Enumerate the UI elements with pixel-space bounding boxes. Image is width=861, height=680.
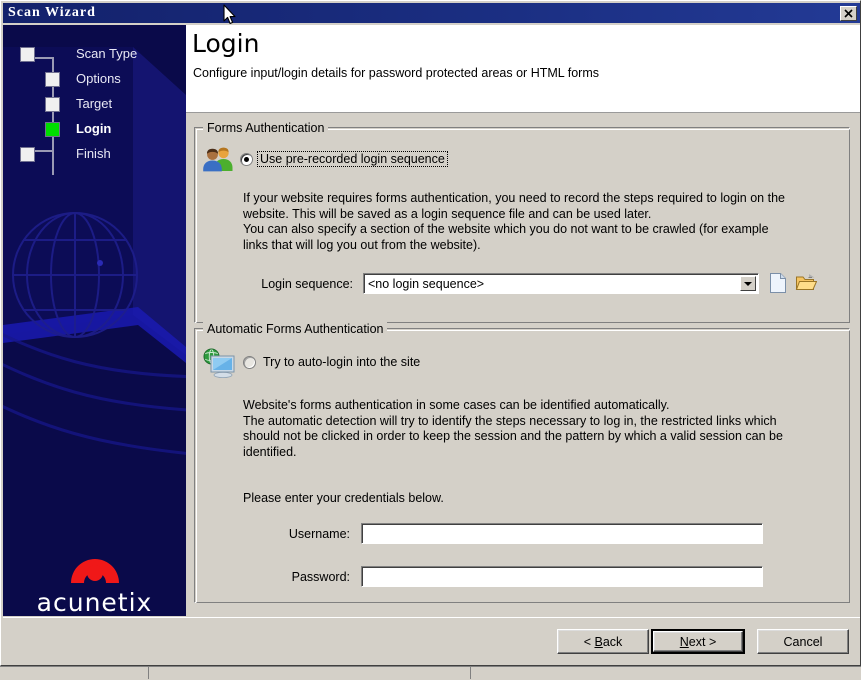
description-line: should not be clicked in order to keep t… — [243, 429, 783, 443]
page-title: Login — [192, 29, 260, 58]
password-input[interactable] — [361, 566, 763, 587]
login-sequence-dropdown-arrow[interactable] — [740, 276, 756, 291]
try-auto-login-radio[interactable] — [243, 355, 256, 369]
description-line: links that will log you out from the web… — [243, 237, 481, 252]
login-sequence-value: <no login sequence> — [368, 276, 485, 291]
open-folder-icon — [795, 274, 818, 290]
cancel-button[interactable]: Cancel — [757, 629, 849, 654]
sidebar-step-scan-type[interactable]: Scan Type — [20, 43, 137, 65]
description-line: The automatic detection will try to iden… — [243, 413, 777, 428]
back-button[interactable]: < Back — [557, 629, 649, 654]
step-marker-active — [45, 121, 60, 137]
use-pre-recorded-login-sequence-option[interactable]: Use pre-recorded login sequence — [240, 151, 448, 167]
step-marker — [20, 46, 35, 62]
try-auto-login-label: Try to auto-login into the site — [263, 355, 421, 369]
description-line: If your website requires forms authentic… — [243, 191, 785, 205]
page-header: Login Configure input/login details for … — [186, 25, 860, 113]
background-window-strip — [0, 666, 861, 680]
use-pre-recorded-label[interactable]: Use pre-recorded login sequence — [257, 151, 448, 167]
computer-globe-icon — [203, 348, 235, 378]
close-button[interactable] — [840, 5, 857, 21]
background-window-divider — [148, 667, 149, 679]
new-login-sequence-button[interactable] — [768, 272, 790, 294]
acunetix-logo-icon — [70, 559, 119, 583]
cancel-button-label: Cancel — [783, 634, 823, 649]
sidebar-step-options[interactable]: Options — [45, 68, 121, 90]
new-file-icon — [770, 273, 786, 293]
automatic-forms-authentication-group-title: Automatic Forms Authentication — [203, 322, 388, 336]
description-line: identified. — [243, 444, 297, 459]
wizard-button-bar: < Back Next > Cancel — [3, 617, 860, 665]
button-bar-divider — [3, 617, 860, 618]
acunetix-wordmark: acunetix — [36, 588, 153, 616]
step-marker — [45, 96, 60, 112]
login-sequence-combo[interactable]: <no login sequence> — [363, 273, 759, 294]
use-pre-recorded-radio[interactable] — [240, 152, 253, 166]
close-icon — [844, 8, 853, 18]
sidebar-step-label: Target — [76, 95, 113, 111]
step-marker — [20, 146, 35, 162]
credentials-prompt: Please enter your credentials below. — [243, 491, 444, 505]
two-users-icon — [203, 147, 233, 172]
automatic-forms-authentication-group: Automatic Forms Authentication Try to au… — [194, 322, 850, 603]
forms-authentication-group-title: Forms Authentication — [203, 121, 329, 135]
description-line: You can also specify a section of the we… — [243, 222, 769, 236]
open-login-sequence-button[interactable] — [795, 272, 818, 294]
title-bar[interactable]: Scan Wizard — [3, 3, 860, 23]
sidebar-step-label: Options — [76, 70, 121, 86]
back-button-label: < Back — [583, 634, 623, 649]
chevron-down-icon — [744, 281, 752, 286]
login-sequence-label: Login sequence: — [261, 277, 353, 291]
window-title: Scan Wizard — [8, 5, 96, 20]
next-button-label: Next > — [679, 634, 717, 649]
username-input[interactable] — [361, 523, 763, 544]
sidebar-step-label: Finish — [76, 145, 111, 161]
sidebar-step-finish[interactable]: Finish — [20, 143, 111, 165]
page-subtitle: Configure input/login details for passwo… — [193, 66, 599, 80]
next-button[interactable]: Next > — [651, 629, 745, 654]
description-line: Website's forms authentication in some c… — [243, 398, 670, 412]
sidebar-step-label: Login — [76, 120, 112, 136]
try-auto-login-option[interactable]: Try to auto-login into the site — [243, 355, 420, 369]
scan-wizard-dialog: Scan Wizard Scan Type Options Target Log… — [0, 0, 861, 666]
password-label: Password: — [291, 570, 350, 584]
username-label: Username: — [288, 527, 350, 541]
sidebar-step-login[interactable]: Login — [45, 118, 111, 140]
acunetix-logo: acunetix — [3, 545, 186, 616]
wizard-body: Forms Authentication Use pre-recorded lo… — [186, 113, 860, 616]
forms-authentication-group: Forms Authentication Use pre-recorded lo… — [194, 121, 850, 323]
step-marker — [45, 71, 60, 87]
wizard-sidebar: Scan Type Options Target Login Finish ac… — [3, 25, 186, 616]
description-line: website. This will be saved as a login s… — [243, 206, 652, 221]
automatic-forms-authentication-description: Website's forms authentication in some c… — [243, 398, 783, 460]
sidebar-step-target[interactable]: Target — [45, 93, 112, 115]
sidebar-step-label: Scan Type — [76, 45, 138, 61]
forms-authentication-description: If your website requires forms authentic… — [243, 191, 785, 253]
background-window-divider — [470, 667, 471, 679]
